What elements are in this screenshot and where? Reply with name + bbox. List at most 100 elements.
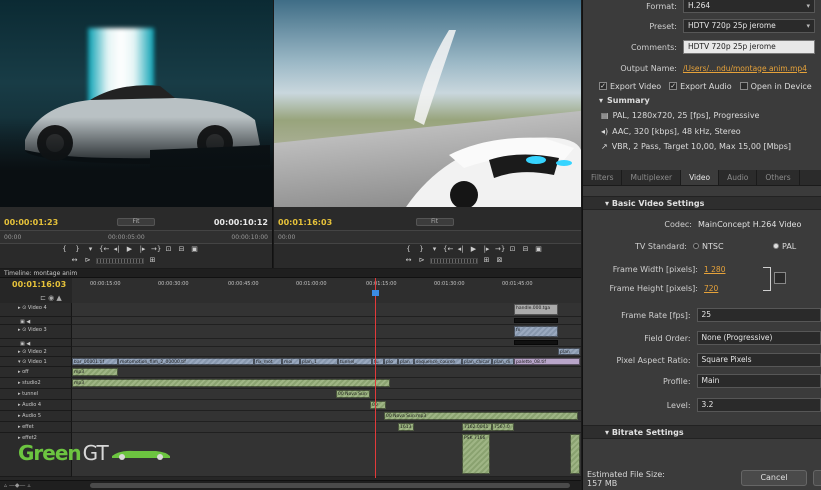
open-in-device-checkbox[interactable] (739, 82, 748, 90)
source-fit-dropdown[interactable]: Fit (117, 218, 155, 226)
level-dropdown[interactable]: 3.2 (696, 398, 821, 412)
go-to-in-icon[interactable]: {← (443, 245, 453, 254)
extract-icon[interactable]: ⊟ (521, 245, 530, 254)
track-header[interactable]: ▸ ⊙ Video 4 (0, 303, 72, 317)
format-dropdown[interactable]: H.264 ▾ (683, 0, 815, 13)
snap-icon[interactable]: ⊏ ◉ ▲ (40, 294, 62, 302)
trim-icon[interactable]: ⊞ (482, 256, 491, 265)
camera-icon[interactable]: ▣ (190, 245, 199, 254)
clip[interactable]: handle.000.tga (514, 304, 558, 315)
ntsc-radio[interactable] (693, 243, 699, 249)
clip[interactable]: plo (384, 358, 398, 365)
export-video-checkbox[interactable]: ✓ (599, 82, 607, 90)
step-forward-icon[interactable]: |▸ (482, 245, 491, 254)
profile-dropdown[interactable]: Main (696, 374, 821, 388)
tab-video[interactable]: Video (681, 170, 720, 185)
timeline-scroll-thumb[interactable] (90, 483, 570, 488)
tab-others[interactable]: Others (757, 170, 800, 185)
tab-audio[interactable]: Audio (719, 170, 758, 185)
program-time-ruler[interactable]: 00:00 (274, 230, 581, 244)
cancel-button[interactable]: Cancel (741, 470, 807, 486)
play-icon[interactable]: ▶ (469, 245, 478, 254)
shuttle-icon[interactable]: ⊳ (83, 256, 92, 265)
source-jog-wheel[interactable] (96, 257, 144, 264)
clip[interactable]: fx (514, 326, 558, 337)
safe-margins-icon[interactable]: ⊞ (148, 256, 157, 265)
playhead-handle[interactable] (372, 290, 379, 296)
camera-icon[interactable]: ▣ (534, 245, 543, 254)
output-name-link[interactable]: /Users/...ndu/montage anim.mp4 (683, 64, 807, 73)
comments-input[interactable]: HDTV 720p 25p jerome (683, 40, 815, 54)
safe-margins-icon[interactable]: ⊠ (495, 256, 504, 265)
constrain-proportions-button[interactable] (774, 272, 786, 284)
clip[interactable]: 00 Nova Sun (336, 390, 370, 398)
track-header[interactable]: ▸ Audio 4 (0, 400, 72, 411)
clip[interactable]: bar_00001.tif (72, 358, 118, 365)
shuttle-icon[interactable]: ⊳ (417, 256, 426, 265)
step-back-icon[interactable]: ◂| (112, 245, 121, 254)
step-forward-icon[interactable]: |▸ (138, 245, 147, 254)
clip[interactable]: 1613 (398, 423, 414, 431)
bitrate-settings-header[interactable]: ▾ Bitrate Settings (583, 425, 821, 439)
insert-icon[interactable]: ⊡ (164, 245, 173, 254)
track-header[interactable]: ▸ ⊙ Video 3 (0, 325, 72, 339)
clip[interactable] (570, 434, 580, 474)
source-time-ruler[interactable]: 00:00 00:00:05:00 00:00:10:00 (0, 230, 272, 244)
track-header[interactable]: ▸ ⊙ Video 2 (0, 347, 72, 357)
playhead-line[interactable] (375, 278, 376, 478)
track-header[interactable]: ▸ effet (0, 422, 72, 433)
basic-video-settings-header[interactable]: ▾ Basic Video Settings (583, 196, 821, 210)
clip[interactable]: palette_08.tif (514, 358, 580, 365)
clip[interactable]: plan (398, 358, 414, 365)
lift-icon[interactable]: ⊡ (508, 245, 517, 254)
preset-dropdown[interactable]: HDTV 720p 25p jerome ▾ (683, 19, 815, 33)
clip[interactable]: motomotion_film_2_00000.tif (118, 358, 254, 365)
track-header[interactable]: ▾ ⊙ Video 1 (0, 357, 72, 367)
step-back-icon[interactable]: ◂| (456, 245, 465, 254)
marker-icon[interactable]: ▾ (86, 245, 95, 254)
summary-toggle[interactable]: ▾ Summary (599, 96, 650, 105)
timeline-timecode[interactable]: 00:01:16:03 (12, 280, 66, 289)
zoom-slider-icon[interactable]: ▵ —◆— ▵ (4, 482, 30, 489)
mark-in-icon[interactable]: { (60, 245, 69, 254)
clip[interactable]: mp3 (72, 368, 118, 376)
timeline-tab[interactable]: Timeline: montage anim (0, 269, 581, 278)
frame-height-value[interactable]: 720 (704, 284, 718, 293)
clip[interactable]: sequence_course (414, 358, 462, 365)
export-audio-checkbox[interactable]: ✓ (669, 82, 678, 90)
clip[interactable]: tunnel_ (338, 358, 372, 365)
clip[interactable]: mp3 (72, 379, 390, 387)
clip[interactable]: 7567.0 (492, 423, 514, 431)
pixel-aspect-dropdown[interactable]: Square Pixels (696, 353, 821, 367)
mark-out-icon[interactable]: } (417, 245, 426, 254)
frame-width-value[interactable]: 1 280 (704, 265, 725, 274)
clip[interactable]: plan_di (492, 358, 514, 365)
go-to-out-icon[interactable]: →} (151, 245, 161, 254)
timeline-scrollbar[interactable]: ▵ —◆— ▵ (0, 480, 581, 490)
clip[interactable]: fix_mot (254, 358, 282, 365)
clip[interactable]: 00 (370, 401, 386, 409)
go-to-in-icon[interactable]: {← (99, 245, 109, 254)
track-header[interactable]: ▸ studio2 (0, 378, 72, 389)
export-button[interactable] (813, 470, 821, 486)
clip[interactable]: moi (282, 358, 300, 365)
go-to-out-icon[interactable]: →} (495, 245, 505, 254)
program-jog-wheel[interactable] (430, 257, 478, 264)
marker-icon[interactable]: ▾ (430, 245, 439, 254)
clip[interactable]: tu (372, 358, 384, 365)
clip[interactable]: 00 Nova Sun.mp3 (384, 412, 578, 420)
field-order-dropdown[interactable]: None (Progressive) (696, 331, 821, 345)
overlay-icon[interactable]: ⊟ (177, 245, 186, 254)
program-fit-dropdown[interactable]: Fit (415, 218, 454, 226)
program-timecode-current[interactable]: 00:01:16:03 (278, 218, 332, 227)
loop-icon[interactable]: ↔ (70, 256, 79, 265)
source-timecode-current[interactable]: 00:00:01:23 (4, 218, 58, 227)
play-icon[interactable]: ▶ (125, 245, 134, 254)
frame-rate-dropdown[interactable]: 25 (696, 308, 821, 322)
clip[interactable]: plan_1 (300, 358, 338, 365)
pal-radio[interactable] (773, 243, 779, 249)
clip[interactable]: PSK 7166 (462, 434, 490, 474)
track-header[interactable]: ▸ off (0, 367, 72, 378)
track-header[interactable]: ▸ tunnel (0, 389, 72, 400)
clip[interactable]: plan (558, 348, 580, 355)
